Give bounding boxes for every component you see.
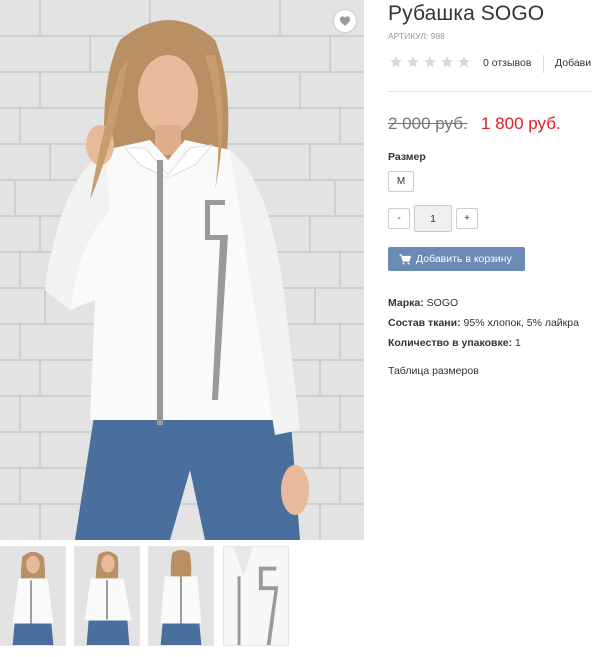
attribute-name: Количество в упаковке: bbox=[388, 337, 513, 349]
size-label: Размер bbox=[388, 151, 426, 163]
main-product-photo[interactable] bbox=[0, 0, 364, 540]
star-icon[interactable] bbox=[440, 55, 456, 69]
header-divider bbox=[388, 91, 592, 92]
attribute-value: SOGO bbox=[423, 297, 459, 309]
star-icon[interactable] bbox=[457, 55, 473, 69]
attribute-value: 1 bbox=[512, 337, 521, 349]
reviews-link[interactable]: 0 отзывов bbox=[483, 57, 531, 69]
thumbnail-4-image bbox=[224, 547, 288, 645]
add-to-cart-label: Добавить в корзину bbox=[416, 253, 512, 265]
add-to-cart-button[interactable]: Добавить в корзину bbox=[388, 247, 525, 271]
size-table-link[interactable]: Таблица размеров bbox=[388, 365, 479, 377]
size-option-m[interactable]: M bbox=[388, 171, 414, 192]
quantity-increase-button[interactable]: + bbox=[456, 208, 478, 229]
rating-row: 0 отзывов Добави bbox=[388, 55, 592, 73]
main-product-photo-image bbox=[0, 0, 364, 540]
thumbnail-2[interactable] bbox=[74, 546, 140, 646]
product-sku: АРТИКУЛ: 988 bbox=[388, 31, 445, 41]
thumbnail-3[interactable] bbox=[148, 546, 214, 646]
attribute-pack-quantity: Количество в упаковке: 1 bbox=[388, 333, 592, 353]
attribute-brand: Марка: SOGO bbox=[388, 293, 592, 313]
product-attributes: Марка: SOGO Состав ткани: 95% хлопок, 5%… bbox=[388, 293, 592, 353]
attribute-name: Состав ткани: bbox=[388, 317, 461, 329]
thumbnail-strip bbox=[0, 546, 364, 652]
thumbnail-2-image bbox=[75, 547, 139, 645]
heart-icon bbox=[339, 16, 351, 26]
star-icon[interactable] bbox=[389, 55, 405, 69]
attribute-fabric: Состав ткани: 95% хлопок, 5% лайкра bbox=[388, 313, 592, 333]
product-title: Рубашка SOGO bbox=[388, 2, 545, 25]
thumbnail-1[interactable] bbox=[0, 546, 66, 646]
thumbnail-1-image bbox=[1, 547, 65, 645]
add-review-link[interactable]: Добави bbox=[555, 57, 591, 69]
star-icon[interactable] bbox=[423, 55, 439, 69]
attribute-value: 95% хлопок, 5% лайкра bbox=[460, 317, 579, 329]
current-price: 1 800 руб. bbox=[481, 114, 561, 133]
product-info-panel: Рубашка SOGO АРТИКУЛ: 988 0 отзывов Доба… bbox=[388, 0, 592, 657]
wishlist-button[interactable] bbox=[334, 10, 356, 32]
cart-icon bbox=[399, 253, 411, 264]
quantity-decrease-button[interactable]: - bbox=[388, 208, 410, 229]
thumbnail-4[interactable] bbox=[223, 546, 289, 646]
attribute-name: Марка: bbox=[388, 297, 424, 309]
rating-stars[interactable] bbox=[389, 55, 473, 69]
star-icon[interactable] bbox=[406, 55, 422, 69]
thumbnail-3-image bbox=[149, 547, 213, 645]
old-price: 2 000 руб. bbox=[388, 114, 468, 133]
quantity-input[interactable] bbox=[414, 205, 452, 232]
rating-divider bbox=[543, 55, 544, 73]
